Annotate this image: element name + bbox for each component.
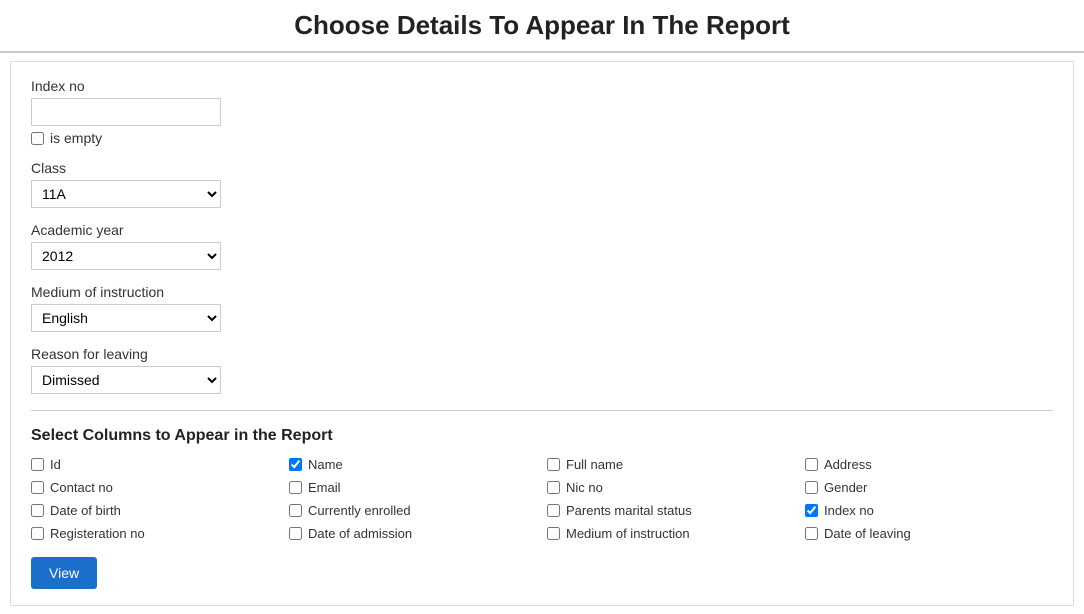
col-email-label: Email [308, 480, 341, 495]
list-item: Currently enrolled [289, 503, 537, 518]
columns-section-title: Select Columns to Appear in the Report [31, 427, 1053, 445]
col-enrolled-label: Currently enrolled [308, 503, 411, 518]
class-select[interactable]: 11A 11B 12A 12B [31, 180, 221, 208]
col-nicno-checkbox[interactable] [547, 481, 560, 494]
list-item: Email [289, 480, 537, 495]
index-no-input[interactable] [31, 98, 221, 126]
col-nicno-label: Nic no [566, 480, 603, 495]
list-item: Full name [547, 457, 795, 472]
academic-year-group: Academic year 2012 2013 2014 2015 [31, 222, 1053, 270]
col-gender-checkbox[interactable] [805, 481, 818, 494]
list-item: Nic no [547, 480, 795, 495]
class-group: Class 11A 11B 12A 12B [31, 160, 1053, 208]
list-item: Gender [805, 480, 1053, 495]
col-indexno-label: Index no [824, 503, 874, 518]
page-header: Choose Details To Appear In The Report [0, 0, 1084, 53]
list-item: Id [31, 457, 279, 472]
col-id-label: Id [50, 457, 61, 472]
list-item: Contact no [31, 480, 279, 495]
col-name-label: Name [308, 457, 343, 472]
is-empty-checkbox[interactable] [31, 132, 44, 145]
col-fullname-checkbox[interactable] [547, 458, 560, 471]
col-address-label: Address [824, 457, 872, 472]
col-parentsmarital-label: Parents marital status [566, 503, 692, 518]
list-item: Address [805, 457, 1053, 472]
reason-group: Reason for leaving Dimissed Completed Tr… [31, 346, 1053, 394]
list-item: Medium of instruction [547, 526, 795, 541]
col-parentsmarital-checkbox[interactable] [547, 504, 560, 517]
medium-label: Medium of instruction [31, 284, 1053, 300]
col-dateleaving-label: Date of leaving [824, 526, 911, 541]
col-mediuminstr-checkbox[interactable] [547, 527, 560, 540]
academic-year-label: Academic year [31, 222, 1053, 238]
col-mediuminstr-label: Medium of instruction [566, 526, 690, 541]
col-contactno-checkbox[interactable] [31, 481, 44, 494]
list-item: Date of leaving [805, 526, 1053, 541]
main-content: Index no is empty Class 11A 11B 12A 12B … [10, 61, 1074, 606]
col-enrolled-checkbox[interactable] [289, 504, 302, 517]
list-item: Date of admission [289, 526, 537, 541]
col-email-checkbox[interactable] [289, 481, 302, 494]
reason-label: Reason for leaving [31, 346, 1053, 362]
list-item: Name [289, 457, 537, 472]
index-no-group: Index no is empty [31, 78, 1053, 146]
page-title: Choose Details To Appear In The Report [0, 10, 1084, 41]
list-item: Parents marital status [547, 503, 795, 518]
is-empty-row: is empty [31, 130, 1053, 146]
col-address-checkbox[interactable] [805, 458, 818, 471]
divider [31, 410, 1053, 411]
col-name-checkbox[interactable] [289, 458, 302, 471]
list-item: Date of birth [31, 503, 279, 518]
list-item: Index no [805, 503, 1053, 518]
medium-group: Medium of instruction English Sinhala Ta… [31, 284, 1053, 332]
col-dateadmission-label: Date of admission [308, 526, 412, 541]
col-dateleaving-checkbox[interactable] [805, 527, 818, 540]
col-gender-label: Gender [824, 480, 867, 495]
col-dateadmission-checkbox[interactable] [289, 527, 302, 540]
class-label: Class [31, 160, 1053, 176]
col-regno-label: Registeration no [50, 526, 145, 541]
medium-select[interactable]: English Sinhala Tamil [31, 304, 221, 332]
reason-select[interactable]: Dimissed Completed Transferred [31, 366, 221, 394]
columns-grid: Id Name Full name Address Contact no Ema… [31, 457, 1053, 541]
col-indexno-checkbox[interactable] [805, 504, 818, 517]
view-button[interactable]: View [31, 557, 97, 589]
col-regno-checkbox[interactable] [31, 527, 44, 540]
col-contactno-label: Contact no [50, 480, 113, 495]
col-fullname-label: Full name [566, 457, 623, 472]
col-dob-checkbox[interactable] [31, 504, 44, 517]
col-dob-label: Date of birth [50, 503, 121, 518]
list-item: Registeration no [31, 526, 279, 541]
index-no-label: Index no [31, 78, 1053, 94]
col-id-checkbox[interactable] [31, 458, 44, 471]
academic-year-select[interactable]: 2012 2013 2014 2015 [31, 242, 221, 270]
is-empty-label: is empty [50, 130, 102, 146]
